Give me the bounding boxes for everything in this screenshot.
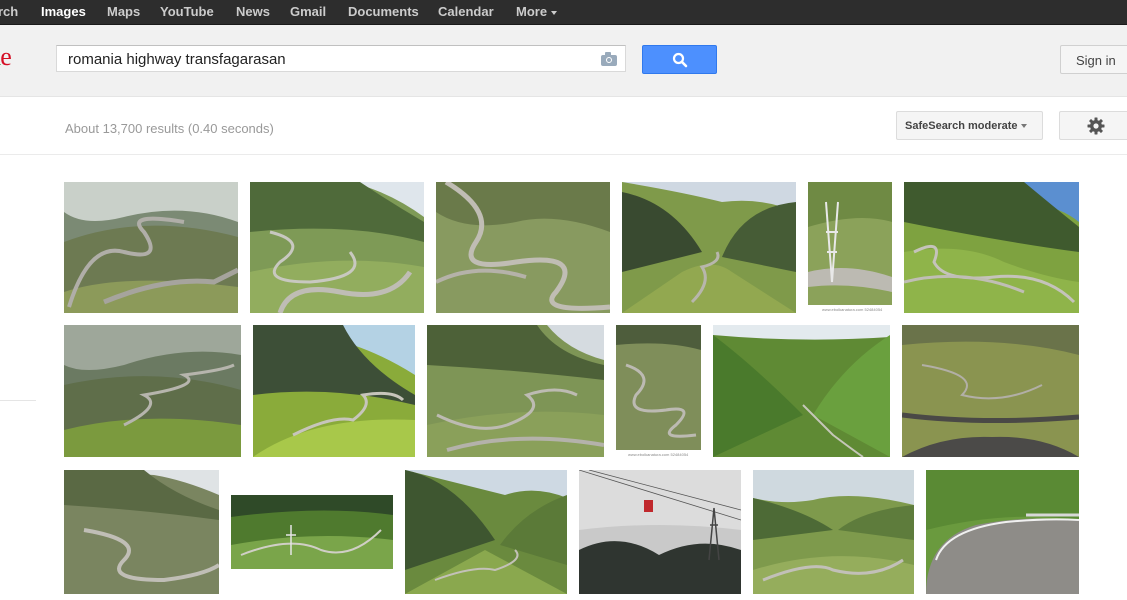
image-thumbnail — [904, 182, 1079, 313]
image-thumbnail — [902, 325, 1079, 457]
search-header: le Sign in — [0, 25, 1127, 97]
image-watermark: www.ebolkanatura.com 52484054 — [628, 452, 689, 457]
image-result[interactable] — [64, 325, 241, 457]
image-result[interactable] — [64, 182, 238, 313]
nav-more-menu[interactable]: More — [516, 4, 558, 19]
image-thumbnail — [713, 325, 890, 457]
image-thumbnail — [753, 470, 914, 594]
chevron-down-icon — [1020, 124, 1027, 129]
search-input[interactable] — [66, 46, 590, 73]
image-thumbnail — [436, 182, 610, 313]
nav-calendar-link[interactable]: Calendar — [438, 4, 494, 19]
image-result[interactable] — [622, 182, 796, 313]
image-result[interactable] — [436, 182, 610, 313]
image-thumbnail — [622, 182, 796, 313]
image-thumbnail: www.ebolkanatura.com 52484054 — [616, 325, 701, 457]
image-thumbnail — [253, 325, 415, 457]
nav-more-label: More — [516, 4, 548, 19]
image-thumbnail — [250, 182, 424, 313]
nav-search-link[interactable]: rch — [0, 4, 18, 19]
camera-icon[interactable] — [601, 52, 617, 66]
image-thumbnail — [579, 470, 741, 594]
logo-letter-e: e — [0, 42, 12, 71]
image-thumbnail — [427, 325, 604, 457]
gear-icon — [1087, 117, 1105, 135]
nav-gmail-link[interactable]: Gmail — [290, 4, 326, 19]
top-navigation-bar: rch Images Maps YouTube News Gmail Docum… — [0, 0, 1127, 25]
image-result[interactable] — [64, 470, 219, 594]
image-result[interactable] — [405, 470, 567, 594]
image-result[interactable] — [427, 325, 604, 457]
image-result[interactable] — [904, 182, 1079, 313]
image-result[interactable] — [753, 470, 914, 594]
image-result[interactable] — [231, 495, 393, 569]
image-thumbnail: www.ebolkanatura.com 52484054 — [808, 182, 892, 313]
image-result[interactable] — [579, 470, 741, 594]
nav-images-link[interactable]: Images — [41, 4, 86, 19]
safesearch-label: SafeSearch moderate — [905, 120, 1018, 132]
image-thumbnail — [926, 470, 1079, 594]
image-result[interactable] — [250, 182, 424, 313]
nav-documents-link[interactable]: Documents — [348, 4, 419, 19]
nav-maps-link[interactable]: Maps — [107, 4, 140, 19]
image-result[interactable]: www.ebolkanatura.com 52484054 — [616, 325, 701, 457]
search-icon — [672, 52, 688, 68]
safesearch-dropdown[interactable]: SafeSearch moderate — [896, 111, 1043, 140]
nav-youtube-link[interactable]: YouTube — [160, 4, 214, 19]
image-thumbnail — [64, 325, 241, 457]
nav-news-link[interactable]: News — [236, 4, 270, 19]
image-watermark: www.ebolkanatura.com 52484054 — [822, 307, 883, 312]
chevron-down-icon — [551, 10, 558, 15]
google-logo[interactable]: le — [0, 42, 12, 72]
settings-button[interactable] — [1059, 111, 1127, 140]
image-thumbnail — [64, 470, 219, 594]
results-toolbar: About 13,700 results (0.40 seconds) Safe… — [0, 97, 1127, 155]
image-result[interactable] — [926, 470, 1079, 594]
result-stats: About 13,700 results (0.40 seconds) — [65, 121, 274, 136]
sign-in-button[interactable]: Sign in — [1060, 45, 1127, 74]
image-result[interactable] — [713, 325, 890, 457]
image-thumbnail — [64, 182, 238, 313]
image-thumbnail — [231, 495, 393, 569]
image-result[interactable] — [253, 325, 415, 457]
left-divider — [0, 400, 36, 401]
image-thumbnail — [405, 470, 567, 594]
search-box — [56, 45, 626, 73]
search-button[interactable] — [642, 45, 717, 74]
image-result[interactable] — [902, 325, 1079, 457]
image-result[interactable]: www.ebolkanatura.com 52484054 — [808, 182, 892, 313]
